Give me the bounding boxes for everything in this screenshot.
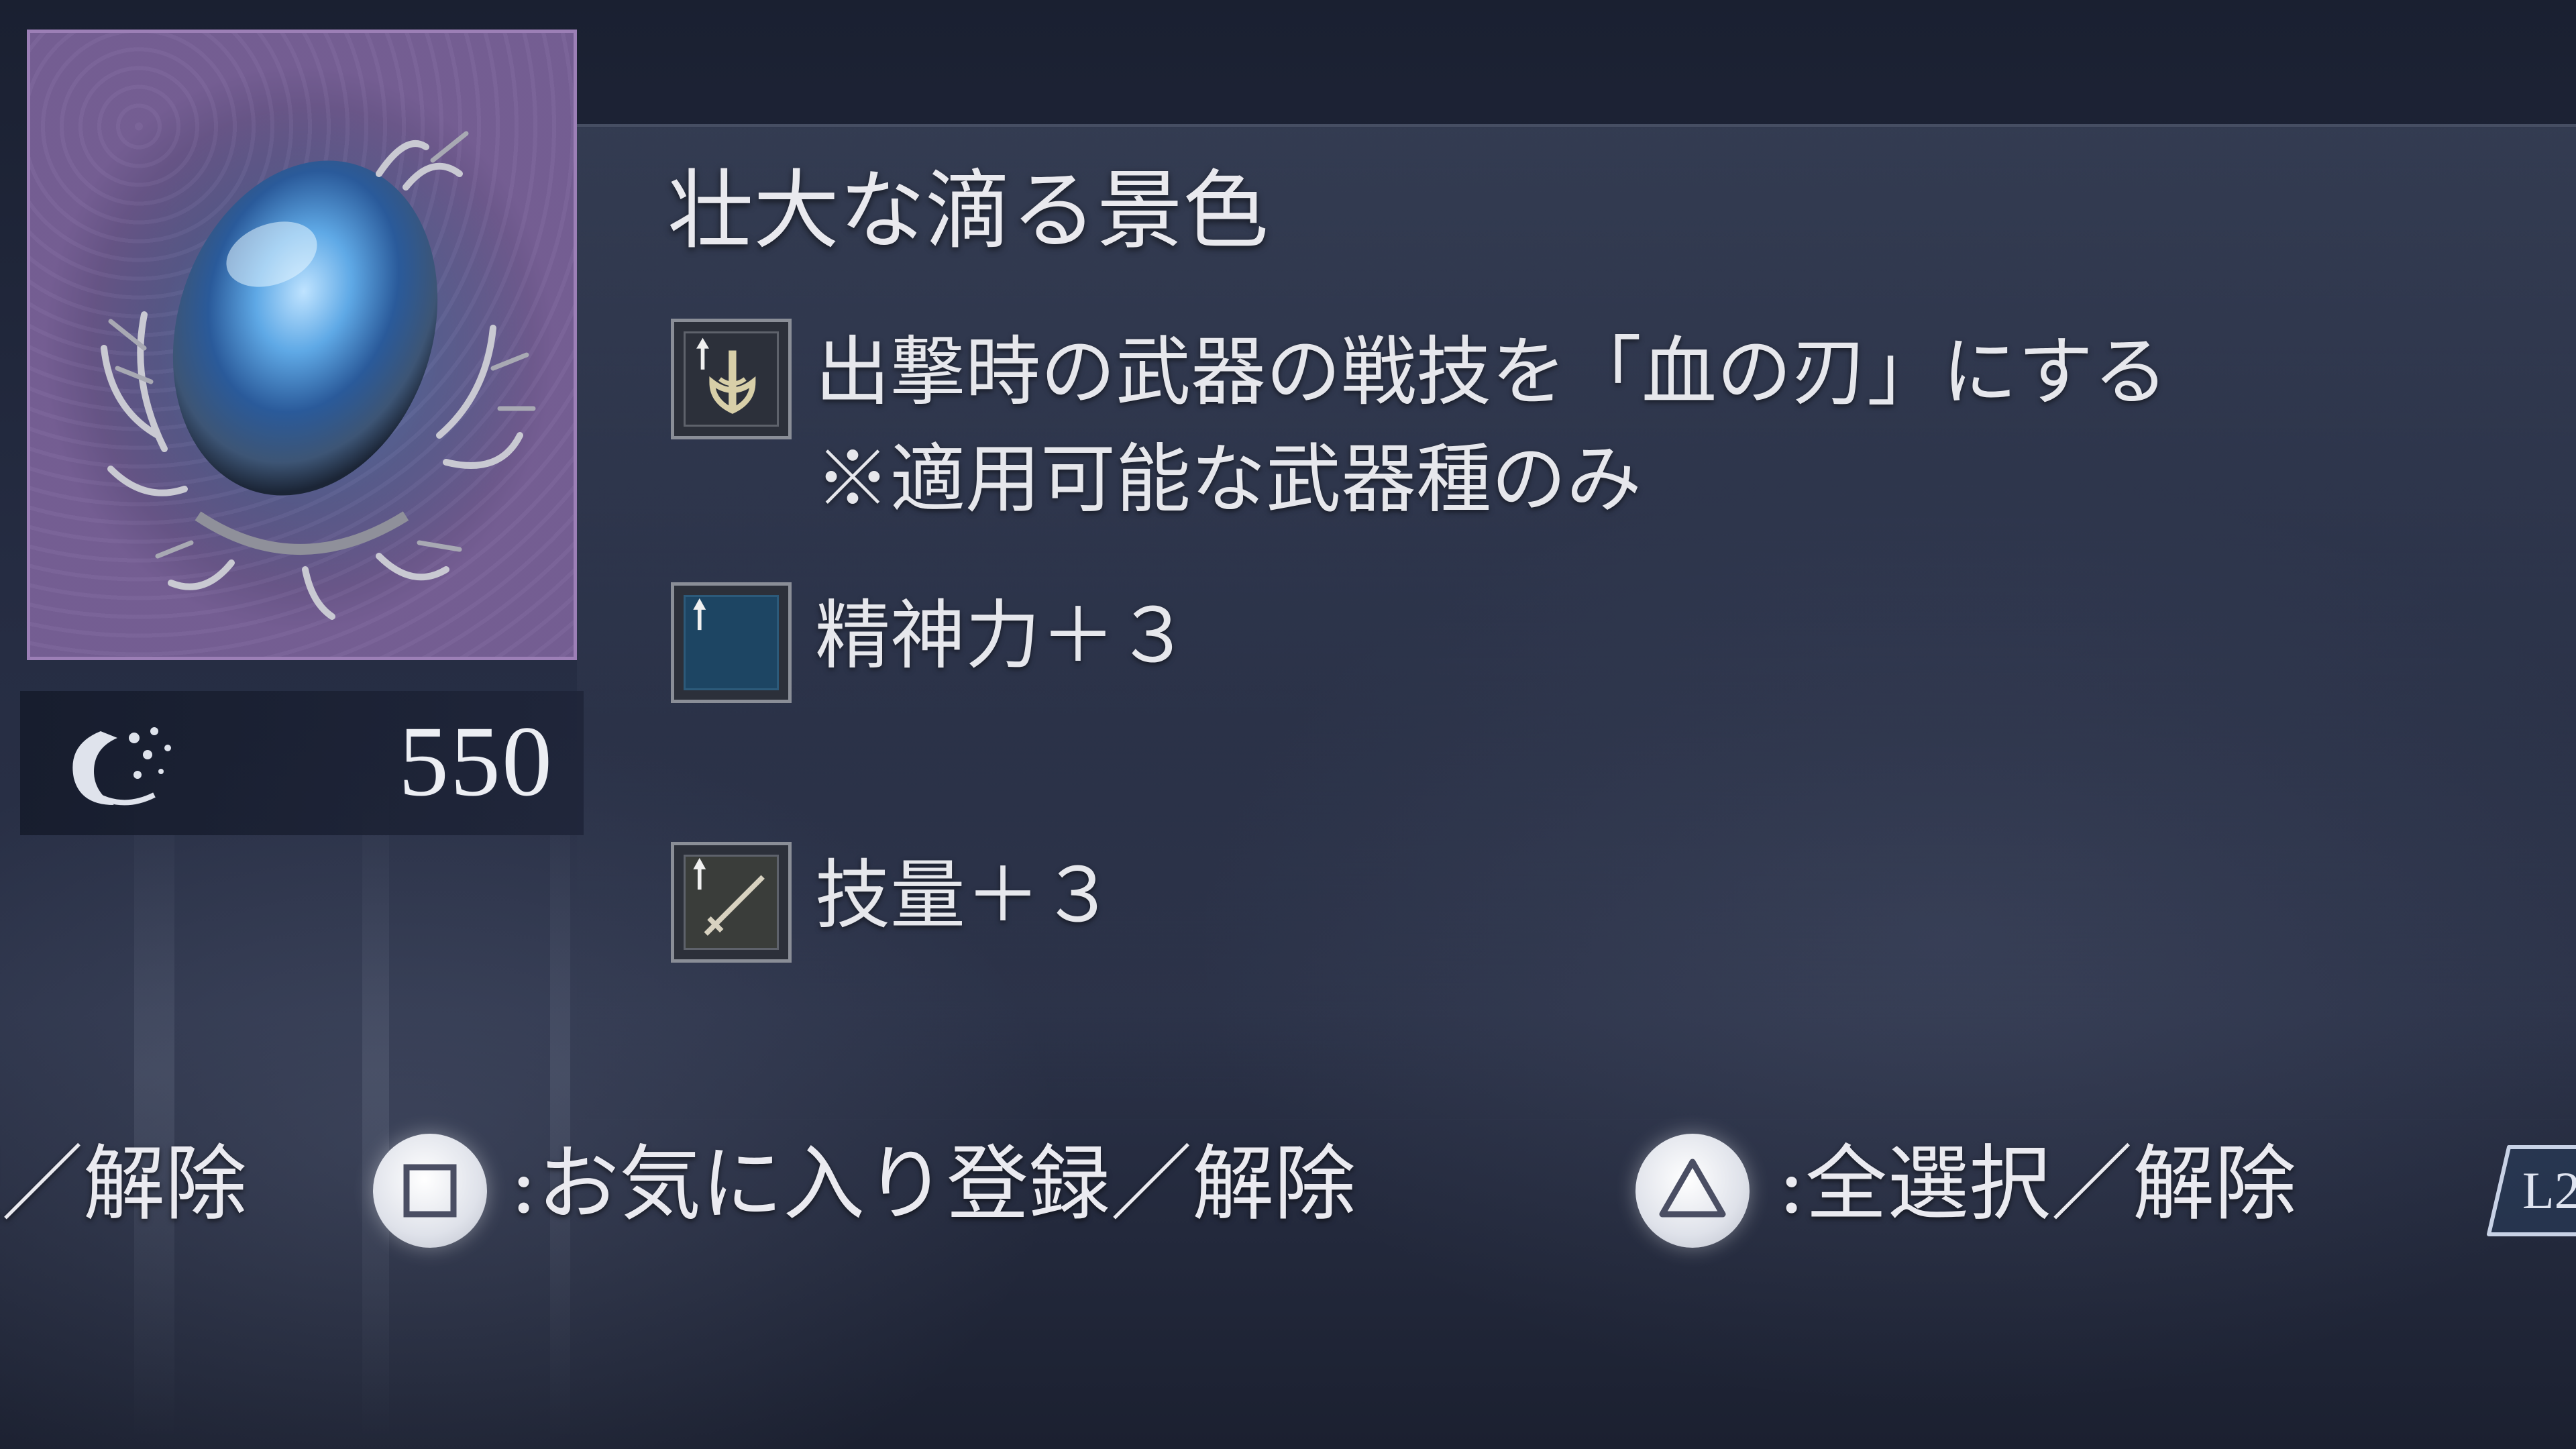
- effect-note: ※適用可能な武器種のみ: [815, 436, 1642, 523]
- l2-button-label: L2: [2522, 1161, 2576, 1220]
- background-light-streak: [550, 771, 570, 1442]
- background-light-streak: [362, 771, 389, 1442]
- relic-stone-icon: [91, 107, 536, 620]
- select-all-hint[interactable]: :全選択／解除: [1778, 1127, 2296, 1241]
- background-light-streak: [134, 771, 174, 1442]
- relic-title: 壮大な滴る景色: [667, 161, 1269, 261]
- blood-blade-skill-icon: [671, 319, 792, 439]
- effect-text: 技量＋３: [815, 852, 1116, 939]
- effect-line: 出撃時の武器の戦技を「血の刃」にする: [815, 329, 2169, 416]
- favorite-register-hint[interactable]: :お気に入り登録／解除: [510, 1127, 1356, 1241]
- dexterity-stat-icon: [671, 842, 792, 963]
- relic-cost-value: 550: [398, 706, 553, 817]
- mind-stat-icon: [671, 582, 792, 703]
- select-release-hint: 択／解除: [0, 1136, 247, 1232]
- effect-text: 精神力＋３: [815, 592, 1191, 680]
- relic-cost-box: 550: [20, 691, 584, 835]
- square-button-icon[interactable]: [373, 1134, 487, 1248]
- l2-button-icon[interactable]: L2: [2482, 1134, 2576, 1248]
- triangle-button-icon[interactable]: [1635, 1134, 1750, 1248]
- murk-icon: [72, 727, 171, 806]
- relic-image-frame[interactable]: [27, 30, 577, 660]
- effect-text: 出撃時の武器の戦技を「血の刃」にする ※適用可能な武器種のみ: [815, 319, 2168, 533]
